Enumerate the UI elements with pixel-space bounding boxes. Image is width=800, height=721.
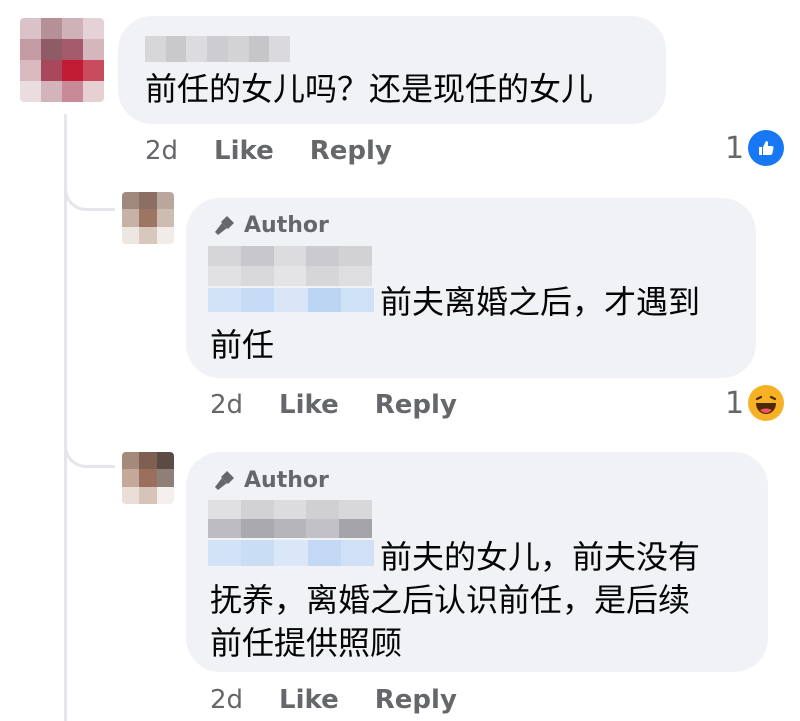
reply-text: 前夫的女儿，前夫没有 xyxy=(380,538,701,576)
author-badge: Author xyxy=(212,212,329,238)
reply-button[interactable]: Reply xyxy=(375,390,457,420)
haha-icon xyxy=(748,385,785,421)
reply-actions: 2d Like Reply xyxy=(210,683,493,717)
mention-redacted[interactable] xyxy=(208,540,375,566)
thread-connector xyxy=(64,443,115,468)
commenter-name-redacted[interactable] xyxy=(145,36,291,62)
reply-text: 抚养，离婚之后认识前任，是后续 xyxy=(210,581,691,619)
author-label: Author xyxy=(244,212,329,238)
author-name-redacted[interactable] xyxy=(208,246,372,286)
like-button[interactable]: Like xyxy=(279,390,339,420)
like-button[interactable]: Like xyxy=(214,136,274,166)
reaction-summary[interactable]: 1 xyxy=(725,385,785,421)
reply-text: 前夫离婚之后，才遇到 xyxy=(380,283,701,321)
reply-text: 前任提供照顾 xyxy=(210,624,403,662)
like-button[interactable]: Like xyxy=(279,685,339,715)
avatar[interactable] xyxy=(122,192,174,244)
timestamp[interactable]: 2d xyxy=(145,136,178,166)
timestamp[interactable]: 2d xyxy=(210,390,243,420)
microphone-icon xyxy=(215,471,234,490)
thread-line xyxy=(64,114,67,721)
like-icon xyxy=(748,130,785,166)
author-badge: Author xyxy=(212,467,329,493)
author-name-redacted[interactable] xyxy=(208,500,372,538)
author-label: Author xyxy=(244,467,329,493)
mention-redacted[interactable] xyxy=(208,288,375,312)
comment-actions: 2d Like Reply xyxy=(145,134,428,168)
microphone-icon xyxy=(215,216,234,235)
timestamp[interactable]: 2d xyxy=(210,685,243,715)
reply-button[interactable]: Reply xyxy=(310,136,392,166)
avatar[interactable] xyxy=(20,18,104,102)
reaction-count: 1 xyxy=(725,385,745,421)
reaction-count: 1 xyxy=(725,130,745,166)
reply-button[interactable]: Reply xyxy=(375,685,457,715)
comment-text: 前任的女儿吗？还是现任的女儿 xyxy=(145,70,594,108)
avatar[interactable] xyxy=(122,452,174,504)
reply-actions: 2d Like Reply xyxy=(210,388,493,422)
thread-connector xyxy=(64,186,115,211)
reply-text: 前任 xyxy=(210,326,275,364)
reaction-summary[interactable]: 1 xyxy=(725,130,785,166)
